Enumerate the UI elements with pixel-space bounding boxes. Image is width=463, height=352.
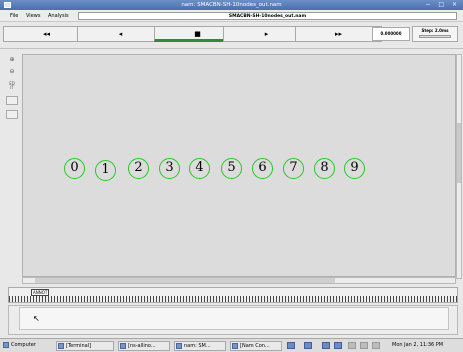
node-4[interactable]: 4 (189, 158, 210, 179)
step-control[interactable]: Step: 2.0ms (412, 26, 458, 42)
taskbar-terminal[interactable]: [Terminal] (56, 341, 114, 351)
node-1[interactable]: 1 (95, 160, 116, 181)
window-icon (232, 343, 238, 349)
taskbar-nam[interactable]: nam: SM... (174, 341, 226, 351)
window-controls[interactable]: − □ × (425, 1, 460, 8)
node-5[interactable]: 5 (221, 158, 242, 179)
tool-box-2[interactable] (6, 110, 18, 119)
node-8[interactable]: 8 (314, 158, 335, 179)
clock[interactable]: Mon Jan 2, 11:36 PM (392, 342, 443, 348)
horizontal-scrollbar[interactable] (22, 277, 456, 284)
display-icon[interactable] (334, 342, 342, 349)
taskbar: Computer [Terminal] [ns-allino... nam: S… (0, 338, 463, 352)
node-2[interactable]: 2 (128, 158, 149, 179)
annotation-panel[interactable]: ↖ (8, 305, 458, 335)
window-title-bar[interactable]: nam: SMACBN-SH-10nodes_out.nam − □ × (0, 0, 463, 10)
step-slider[interactable] (419, 35, 451, 38)
taskbar-nam-console[interactable]: [Nam Con... (230, 341, 282, 351)
taskbar-ns-allinone[interactable]: [ns-allino... (118, 341, 170, 351)
zoom-out-icon[interactable]: ⊖ (6, 68, 18, 75)
workspace-3[interactable] (372, 342, 380, 349)
applet-icon[interactable] (304, 342, 312, 349)
workspace-2[interactable] (360, 342, 368, 349)
network-icon[interactable] (287, 342, 295, 349)
taskbar-computer[interactable]: Computer (2, 341, 54, 351)
vertical-scrollbar[interactable] (456, 54, 462, 279)
mouse-cursor-icon: ↖ (33, 314, 40, 323)
timeline-slider[interactable]: ANNOT (8, 287, 458, 303)
zoom-in-icon[interactable]: ⊕ (6, 56, 18, 63)
volume-icon[interactable] (322, 342, 330, 349)
menu-views[interactable]: Views (26, 13, 40, 19)
edit-button[interactable]: ED IT (6, 82, 18, 90)
terminal-icon (58, 343, 64, 349)
step-back-button[interactable]: ◂ (77, 26, 164, 42)
timeline-marker[interactable]: ANNOT (31, 289, 50, 296)
window-title: nam: SMACBN-SH-10nodes_out.nam (181, 2, 282, 8)
vertical-scroll-thumb[interactable] (457, 123, 461, 183)
window-icon (176, 343, 182, 349)
menu-file[interactable]: File (10, 13, 18, 19)
horizontal-scroll-thumb[interactable] (35, 278, 335, 283)
menu-bar: File Views Analysis SMACBN-SH-10nodes_ou… (0, 10, 463, 22)
node-0[interactable]: 0 (64, 158, 85, 179)
node-6[interactable]: 6 (252, 158, 273, 179)
step-label: Step: 2.0ms (421, 28, 449, 33)
node-9[interactable]: 9 (344, 158, 365, 179)
fast-forward-button[interactable]: ▸▸ (295, 26, 382, 42)
tool-box-1[interactable] (6, 96, 18, 105)
node-7[interactable]: 7 (283, 158, 304, 179)
playback-toolbar: ◂◂ ◂ ■ ▸ ▸▸ 0.000000 Step: 2.0ms (0, 22, 463, 49)
time-display: 0.000000 (372, 27, 410, 41)
menu-analysis[interactable]: Analysis (48, 13, 69, 19)
annotation-list[interactable] (19, 307, 449, 330)
zoom-toolbar: ⊕ ⊖ ED IT (4, 54, 20, 279)
computer-icon (3, 342, 9, 348)
folder-icon (120, 343, 126, 349)
node-3[interactable]: 3 (159, 158, 180, 179)
trace-file-name: SMACBN-SH-10nodes_out.nam (78, 12, 457, 20)
workspace-1[interactable] (348, 342, 356, 349)
